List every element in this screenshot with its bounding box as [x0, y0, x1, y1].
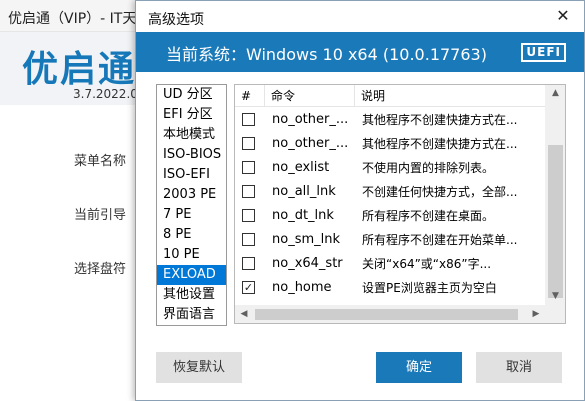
main-window-title: 优启通（VIP）- IT天 [8, 11, 137, 27]
command-cell: no_dt_lnk [272, 208, 334, 223]
description-cell: 所有程序不创建在开始菜单... [362, 233, 518, 247]
column-header-description[interactable]: 说明 [355, 85, 545, 107]
table-rows: no_other_... 其他程序不创建快捷方式在... no_other_... 其… [235, 108, 545, 300]
column-header-index[interactable]: # [235, 85, 265, 107]
category-item[interactable]: 其他设置 [157, 285, 226, 305]
row-checkbox[interactable] [242, 257, 255, 270]
category-item[interactable]: 7 PE [157, 205, 226, 225]
scroll-down-icon[interactable]: ▼ [545, 288, 565, 305]
scroll-left-icon[interactable]: ◀ [235, 305, 253, 323]
system-info-header: 当前系统：Windows 10 x64 (10.0.17763) UEFI [136, 32, 584, 72]
description-cell: 不使用内置的排除列表。 [362, 161, 495, 175]
horizontal-scroll-thumb[interactable] [255, 309, 518, 320]
description-cell: 所有程序不创建在桌面。 [362, 209, 495, 223]
row-checkbox[interactable] [242, 185, 255, 198]
command-cell: no_home [272, 280, 332, 295]
scroll-right-icon[interactable]: ▶ [527, 305, 545, 323]
command-table: # 命令 说明 no_other_... 其他程序不创建快捷方式在... no_ot… [234, 84, 566, 324]
category-list: UD 分区 EFI 分区 本地模式 ISO-BIOS ISO-EFI 2003 PE 7 P… [156, 84, 227, 326]
row-checkbox[interactable] [242, 113, 255, 126]
current-boot-label: 当前引导 [74, 208, 127, 223]
table-row[interactable]: no_x64_str 关闭“x64”或“x86”字... [235, 252, 545, 276]
table-row[interactable]: no_all_lnk 不创建任何快捷方式，全部... [235, 180, 545, 204]
category-item[interactable]: ISO-BIOS [157, 145, 226, 165]
close-icon[interactable]: ✕ [552, 5, 574, 27]
category-item[interactable]: 界面语言 [157, 305, 226, 325]
row-checkbox[interactable] [242, 233, 255, 246]
category-item[interactable]: 8 PE [157, 225, 226, 245]
main-window: 优启通（VIP）- IT天 优启通 3.7.2022.0 菜单名称 当前引导 选… [0, 0, 140, 401]
table-row[interactable]: no_exlist 不使用内置的排除列表。 [235, 156, 545, 180]
menu-name-label: 菜单名称 [74, 154, 127, 169]
description-cell: 关闭“x64”或“x86”字... [362, 257, 492, 271]
app-version: 3.7.2022.0 [73, 87, 138, 101]
select-drive-label: 选择盘符 [74, 262, 127, 277]
row-checkbox[interactable] [242, 137, 255, 150]
description-cell: 其他程序不创建快捷方式在... [362, 113, 518, 127]
category-item[interactable]: EFI 分区 [157, 105, 226, 125]
dialog-titlebar: 高级选项 ✕ [136, 1, 584, 32]
restore-defaults-button[interactable]: 恢复默认 [156, 352, 242, 383]
cancel-button[interactable]: 取消 [476, 352, 562, 383]
description-cell: 设置PE浏览器主页为空白 [362, 281, 497, 295]
scrollbar-corner [545, 305, 565, 323]
current-system-text: 当前系统：Windows 10 x64 (10.0.17763) [166, 45, 487, 64]
command-cell: no_other_... [272, 112, 349, 127]
description-cell: 其他程序不创建快捷方式在... [362, 137, 518, 151]
table-row[interactable]: ✓ no_home 设置PE浏览器主页为空白 [235, 276, 545, 300]
table-row[interactable]: no_dt_lnk 所有程序不创建在桌面。 [235, 204, 545, 228]
main-titlebar: 优启通（VIP）- IT天 [0, 0, 140, 32]
table-row[interactable]: no_other_... 其他程序不创建快捷方式在... [235, 108, 545, 132]
vertical-scroll-thumb[interactable] [548, 145, 563, 298]
vertical-scrollbar[interactable]: ▲ ▼ [545, 85, 565, 305]
column-header-command[interactable]: 命令 [265, 85, 355, 107]
advanced-options-dialog: 高级选项 ✕ 当前系统：Windows 10 x64 (10.0.17763) … [135, 0, 585, 401]
description-cell: 不创建任何快捷方式，全部... [362, 185, 518, 199]
category-item[interactable]: 本地模式 [157, 125, 226, 145]
app-logo: 优启通 [22, 49, 137, 90]
command-cell: no_sm_lnk [272, 232, 341, 247]
table-header: # 命令 说明 [235, 85, 545, 107]
category-item[interactable]: EXLOAD [157, 265, 226, 285]
command-cell: no_other_... [272, 136, 349, 151]
horizontal-scrollbar[interactable]: ◀ ▶ [235, 305, 565, 323]
uefi-badge: UEFI [521, 43, 566, 62]
category-item[interactable]: 2003 PE [157, 185, 226, 205]
command-cell: no_all_lnk [272, 184, 336, 199]
category-item[interactable]: 10 PE [157, 245, 226, 265]
table-row[interactable]: no_other_... 其他程序不创建快捷方式在... [235, 132, 545, 156]
scroll-up-icon[interactable]: ▲ [545, 85, 565, 102]
row-checkbox[interactable] [242, 209, 255, 222]
dialog-title: 高级选项 [148, 12, 204, 28]
table-row[interactable]: no_sm_lnk 所有程序不创建在开始菜单... [235, 228, 545, 252]
category-item[interactable]: UD 分区 [157, 85, 226, 105]
command-cell: no_x64_str [272, 256, 343, 271]
row-checkbox[interactable]: ✓ [242, 281, 255, 294]
command-cell: no_exlist [272, 160, 330, 175]
checkmark-icon: ✓ [243, 281, 254, 294]
row-checkbox[interactable] [242, 161, 255, 174]
ok-button[interactable]: 确定 [376, 352, 462, 383]
category-item[interactable]: ISO-EFI [157, 165, 226, 185]
